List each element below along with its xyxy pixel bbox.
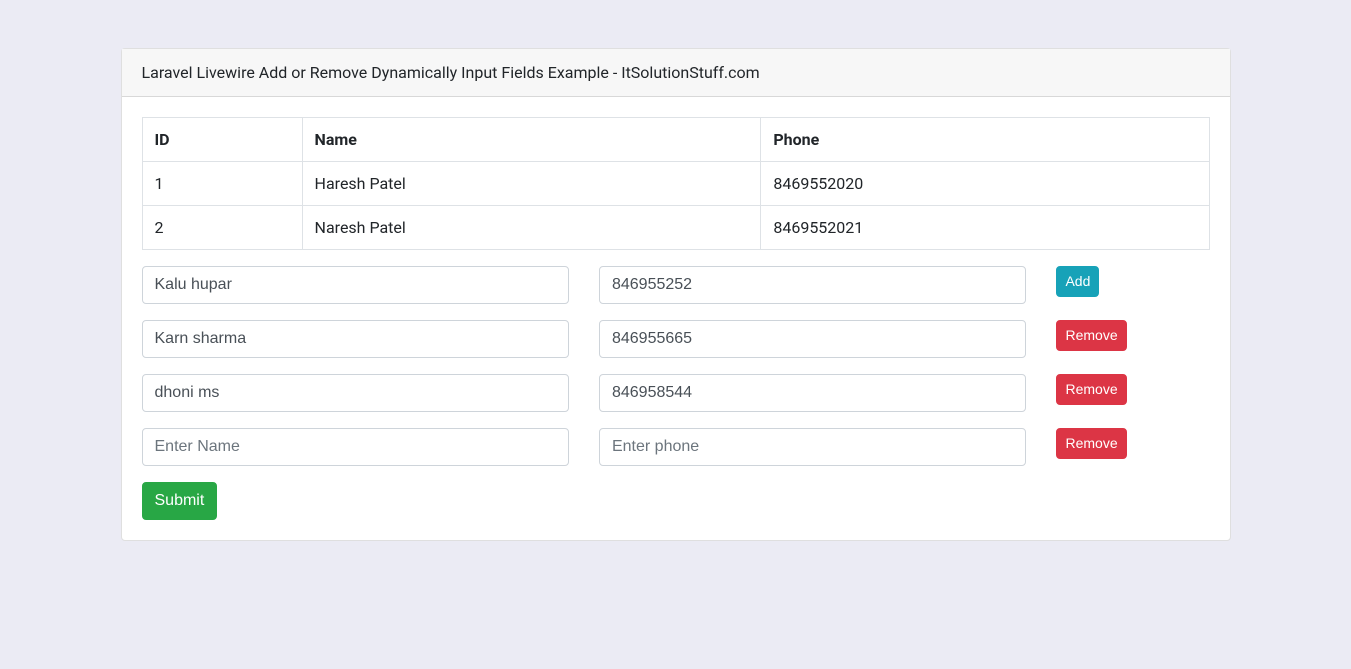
page-title: Laravel Livewire Add or Remove Dynamical… bbox=[142, 63, 760, 82]
name-input[interactable] bbox=[142, 320, 569, 358]
cell-phone: 8469552020 bbox=[761, 162, 1209, 206]
input-row: Remove bbox=[127, 374, 1225, 412]
cell-name: Haresh Patel bbox=[302, 162, 761, 206]
phone-input[interactable] bbox=[599, 374, 1026, 412]
phone-input[interactable] bbox=[599, 266, 1026, 304]
table-row: 2 Naresh Patel 8469552021 bbox=[142, 206, 1209, 250]
input-row: Remove bbox=[127, 428, 1225, 466]
name-input[interactable] bbox=[142, 428, 569, 466]
remove-button[interactable]: Remove bbox=[1056, 374, 1126, 405]
cell-name: Naresh Patel bbox=[302, 206, 761, 250]
phone-input[interactable] bbox=[599, 320, 1026, 358]
employees-table: ID Name Phone 1 Haresh Patel 8469552020 … bbox=[142, 117, 1210, 250]
submit-button[interactable]: Submit bbox=[142, 482, 218, 520]
remove-button[interactable]: Remove bbox=[1056, 428, 1126, 459]
phone-input[interactable] bbox=[599, 428, 1026, 466]
th-id: ID bbox=[142, 118, 302, 162]
card-body: ID Name Phone 1 Haresh Patel 8469552020 … bbox=[122, 97, 1230, 540]
cell-id: 1 bbox=[142, 162, 302, 206]
cell-phone: 8469552021 bbox=[761, 206, 1209, 250]
main-card: Laravel Livewire Add or Remove Dynamical… bbox=[121, 48, 1231, 541]
cell-id: 2 bbox=[142, 206, 302, 250]
name-input[interactable] bbox=[142, 266, 569, 304]
input-row: Add bbox=[127, 266, 1225, 304]
name-input[interactable] bbox=[142, 374, 569, 412]
add-button[interactable]: Add bbox=[1056, 266, 1099, 297]
th-name: Name bbox=[302, 118, 761, 162]
table-row: 1 Haresh Patel 8469552020 bbox=[142, 162, 1209, 206]
card-header: Laravel Livewire Add or Remove Dynamical… bbox=[122, 49, 1230, 97]
input-row: Remove bbox=[127, 320, 1225, 358]
th-phone: Phone bbox=[761, 118, 1209, 162]
remove-button[interactable]: Remove bbox=[1056, 320, 1126, 351]
